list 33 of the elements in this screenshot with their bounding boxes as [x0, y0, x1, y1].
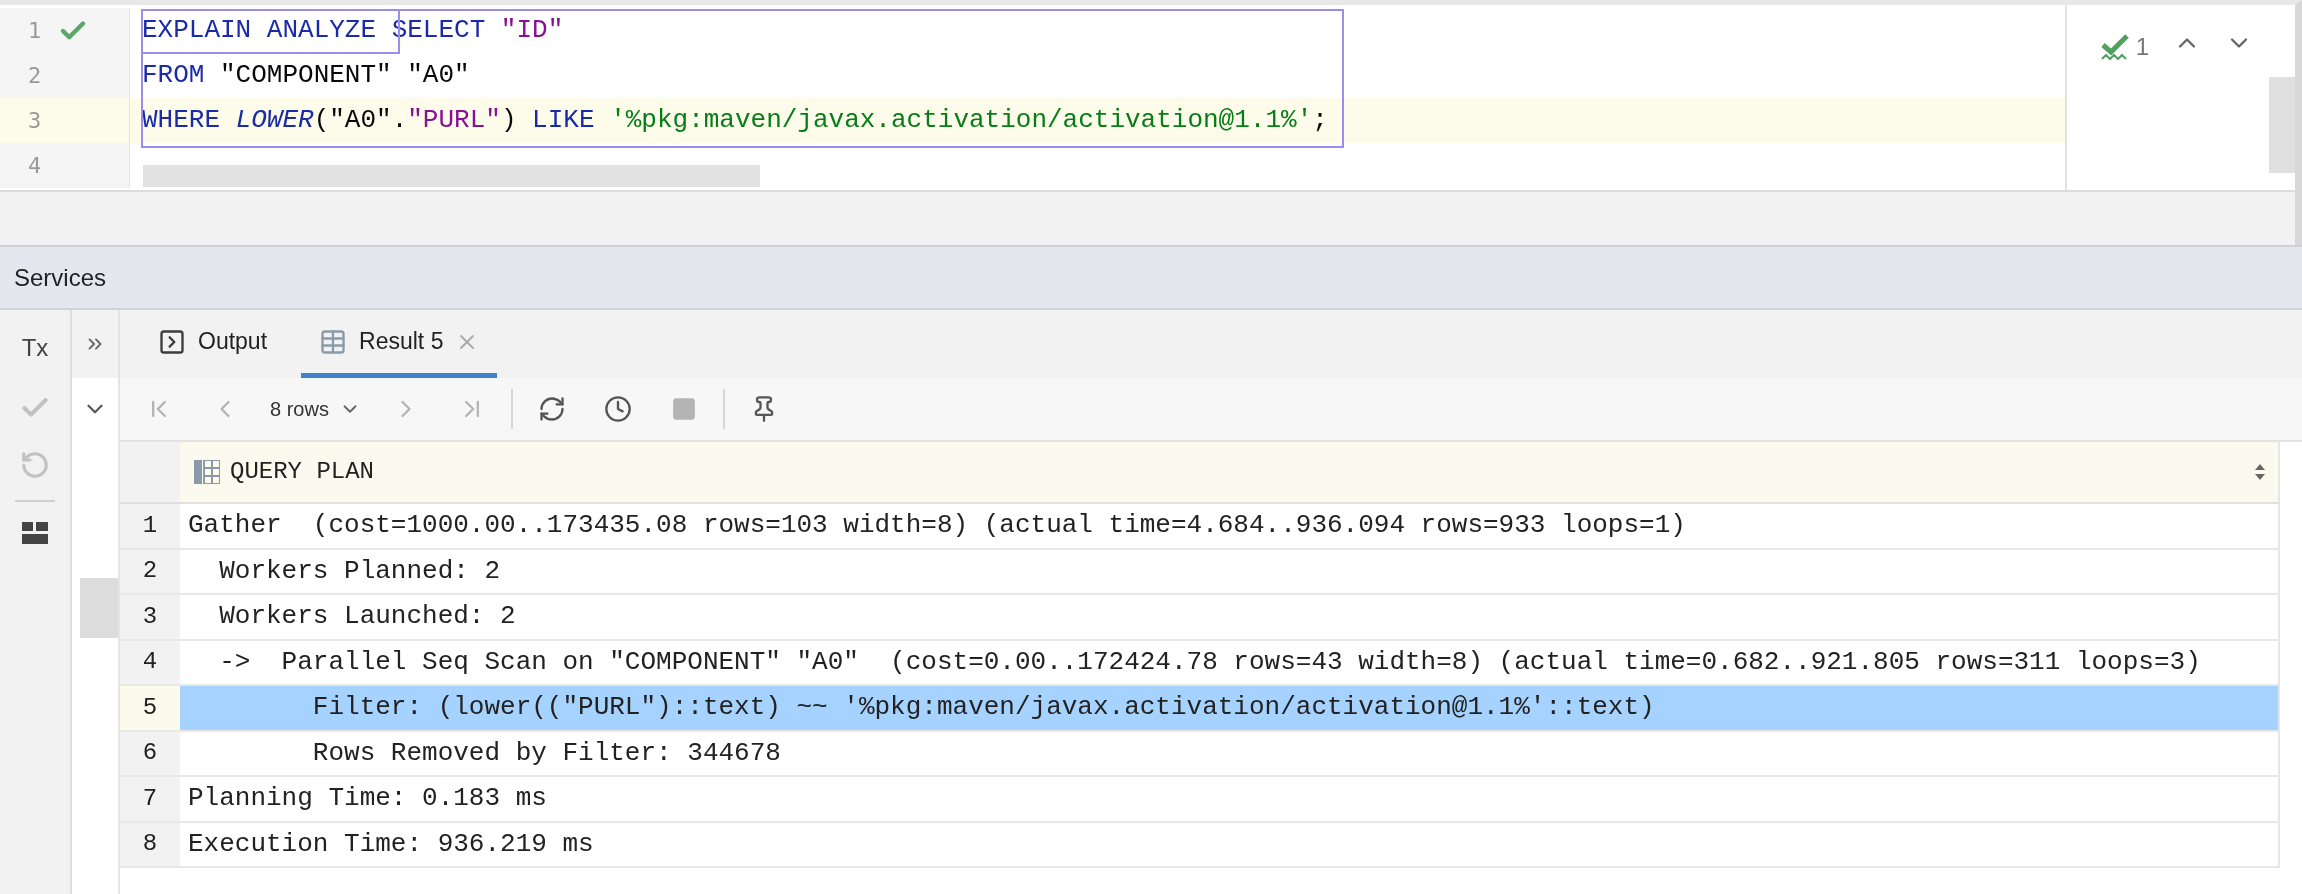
column-header[interactable]: QUERY PLAN	[180, 442, 2280, 502]
column-icon	[194, 460, 220, 484]
row-number: 7	[120, 777, 180, 821]
inspection-count: 1	[2135, 32, 2149, 62]
page-size-dropdown[interactable]: 8 rows	[258, 387, 373, 431]
scrollbar-thumb[interactable]	[80, 578, 118, 638]
scrollbar-thumb[interactable]	[143, 165, 760, 187]
code-line: FROM "COMPONENT" "A0"	[142, 59, 470, 92]
row-number: 5	[120, 686, 180, 730]
check-icon[interactable]	[2099, 32, 2130, 62]
panel-title: Services	[14, 262, 107, 293]
terminal-icon	[158, 327, 186, 356]
line-number: 4	[28, 152, 43, 180]
table-cell[interactable]: Filter: (lower(("PURL")::text) ~~ '%pkg:maven/javax.activation/activation@1.1%'::text)	[180, 686, 2280, 730]
layout-icon[interactable]	[22, 522, 48, 544]
code-line: EXPLAIN ANALYZE SELECT "ID"	[142, 14, 564, 47]
transaction-mode-button[interactable]: Tx	[21, 330, 49, 366]
code-line: WHERE LOWER("A0"."PURL") LIKE '%pkg:maven/javax.activation/activation@1.1%';	[142, 104, 1328, 137]
row-number: 8	[120, 822, 180, 866]
row-number: 6	[120, 731, 180, 775]
line-number: 1	[28, 17, 43, 45]
table-icon	[319, 327, 348, 356]
sort-icon[interactable]	[2254, 463, 2266, 481]
result-tab[interactable]: Output	[140, 310, 286, 378]
line-number: 3	[28, 107, 43, 135]
clock-icon[interactable]	[603, 395, 632, 423]
refresh-icon[interactable]	[537, 395, 566, 423]
row-number: 4	[120, 640, 180, 684]
row-number: 3	[120, 595, 180, 639]
row-number: 1	[120, 504, 180, 548]
row-number: 2	[120, 549, 180, 593]
scrollbar-thumb[interactable]	[2269, 77, 2295, 173]
line-number: 2	[28, 62, 43, 90]
